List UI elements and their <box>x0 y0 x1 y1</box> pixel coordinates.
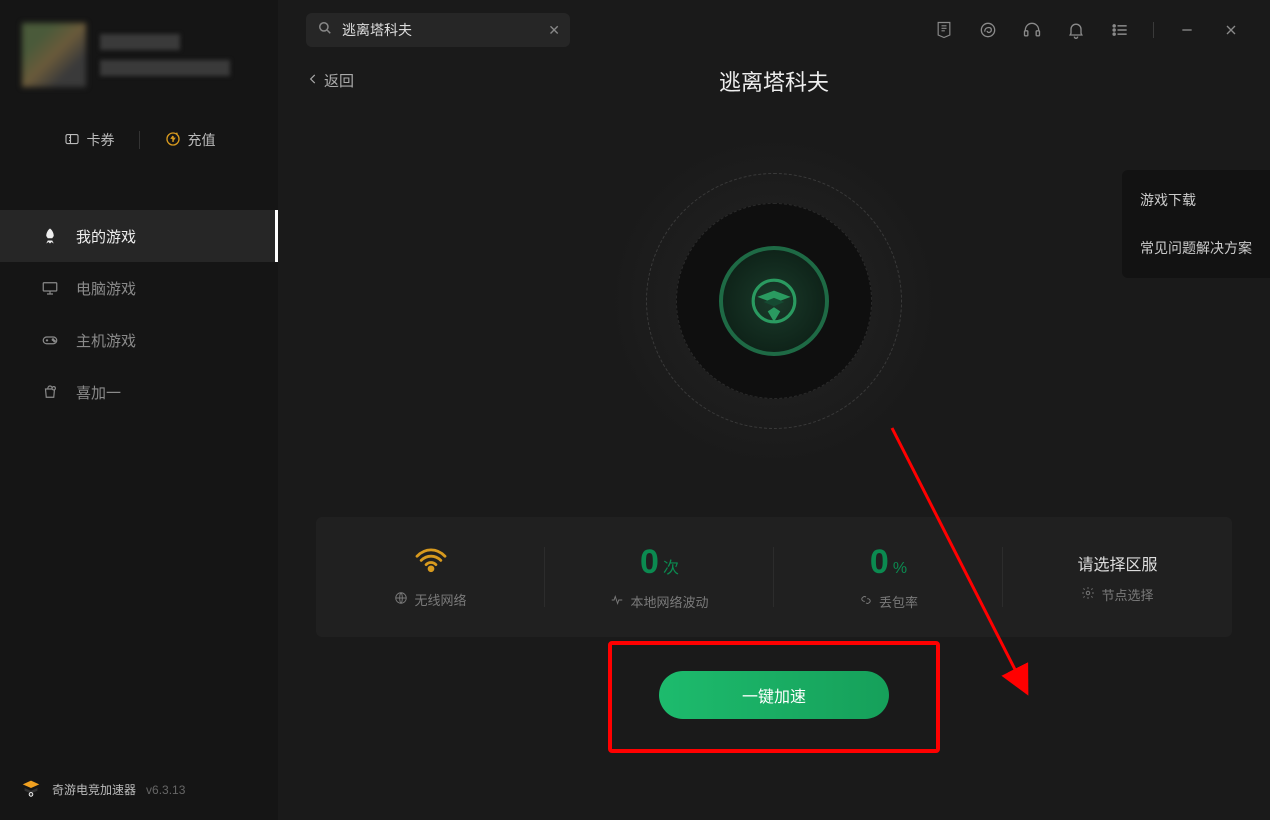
stat-packet-loss: 0 % 丢包率 <box>774 517 1003 637</box>
stat-jitter: 0 次 本地网络波动 <box>545 517 774 637</box>
search-icon <box>316 19 334 42</box>
rocket-icon <box>40 227 60 245</box>
stat-unit: % <box>893 560 907 578</box>
speed-dial <box>604 131 944 471</box>
nav-label: 喜加一 <box>76 382 121 403</box>
user-profile[interactable] <box>0 0 278 110</box>
app-name: 奇游电竞加速器 <box>52 781 136 798</box>
globe-icon <box>394 591 408 608</box>
close-button[interactable] <box>1220 19 1242 41</box>
search-input[interactable] <box>342 22 548 38</box>
nav-my-games[interactable]: 我的游戏 <box>0 210 278 262</box>
back-label: 返回 <box>324 70 354 91</box>
region-sub: 节点选择 <box>1101 585 1153 604</box>
nav-label: 主机游戏 <box>76 330 136 351</box>
game-logo-icon <box>719 246 829 356</box>
username-text <box>100 34 180 50</box>
recharge-label: 充值 <box>188 130 216 150</box>
app-logo-icon <box>20 777 42 802</box>
user-sub-text <box>100 60 230 76</box>
epic-store-icon[interactable] <box>933 19 955 41</box>
notification-icon[interactable] <box>1065 19 1087 41</box>
coupon-icon <box>63 130 81 151</box>
nav-plus-one[interactable]: 喜加一 <box>0 366 278 418</box>
accelerate-button[interactable]: 一键加速 <box>659 671 889 719</box>
nav-label: 电脑游戏 <box>76 278 136 299</box>
link-break-icon <box>859 593 873 610</box>
chevron-left-icon <box>306 72 320 90</box>
side-panel-faq[interactable]: 常见问题解决方案 <box>1122 224 1270 272</box>
coin-icon <box>164 130 182 151</box>
page-title: 逃离塔科夫 <box>719 65 829 97</box>
stat-network-type: 无线网络 <box>316 517 545 637</box>
stat-value: 0 <box>640 543 659 582</box>
ubisoft-icon[interactable] <box>977 19 999 41</box>
nav-pc-games[interactable]: 电脑游戏 <box>0 262 278 314</box>
gamepad-icon <box>40 331 60 349</box>
nav-console-games[interactable]: 主机游戏 <box>0 314 278 366</box>
monitor-icon <box>40 279 60 297</box>
clear-search-icon[interactable]: ✕ <box>548 22 560 39</box>
stat-value: 0 <box>870 543 889 582</box>
bag-plus-icon <box>40 383 60 401</box>
nav-label: 我的游戏 <box>76 226 136 247</box>
back-button[interactable]: 返回 <box>306 70 354 91</box>
stat-label: 丢包率 <box>879 592 918 611</box>
avatar <box>22 23 86 87</box>
stats-panel: 无线网络 0 次 本地网络波动 0 % <box>316 517 1232 637</box>
recharge-button[interactable]: 充值 <box>164 130 216 151</box>
side-panel: 游戏下载 常见问题解决方案 <box>1122 170 1270 278</box>
menu-list-icon[interactable] <box>1109 19 1131 41</box>
stat-label: 无线网络 <box>414 590 466 609</box>
app-version: v6.3.13 <box>146 783 185 797</box>
stat-unit: 次 <box>663 554 679 578</box>
coupons-button[interactable]: 卡券 <box>63 130 115 151</box>
support-icon[interactable] <box>1021 19 1043 41</box>
gear-icon <box>1081 586 1095 603</box>
side-panel-download[interactable]: 游戏下载 <box>1122 176 1270 224</box>
region-title: 请选择区服 <box>1077 551 1157 575</box>
stat-region-select[interactable]: 请选择区服 节点选择 <box>1003 517 1232 637</box>
stat-label: 本地网络波动 <box>630 592 708 611</box>
coupons-label: 卡券 <box>87 130 115 150</box>
search-box[interactable]: ✕ <box>306 13 570 47</box>
minimize-button[interactable] <box>1176 19 1198 41</box>
wifi-icon <box>414 545 448 580</box>
activity-icon <box>610 593 624 610</box>
